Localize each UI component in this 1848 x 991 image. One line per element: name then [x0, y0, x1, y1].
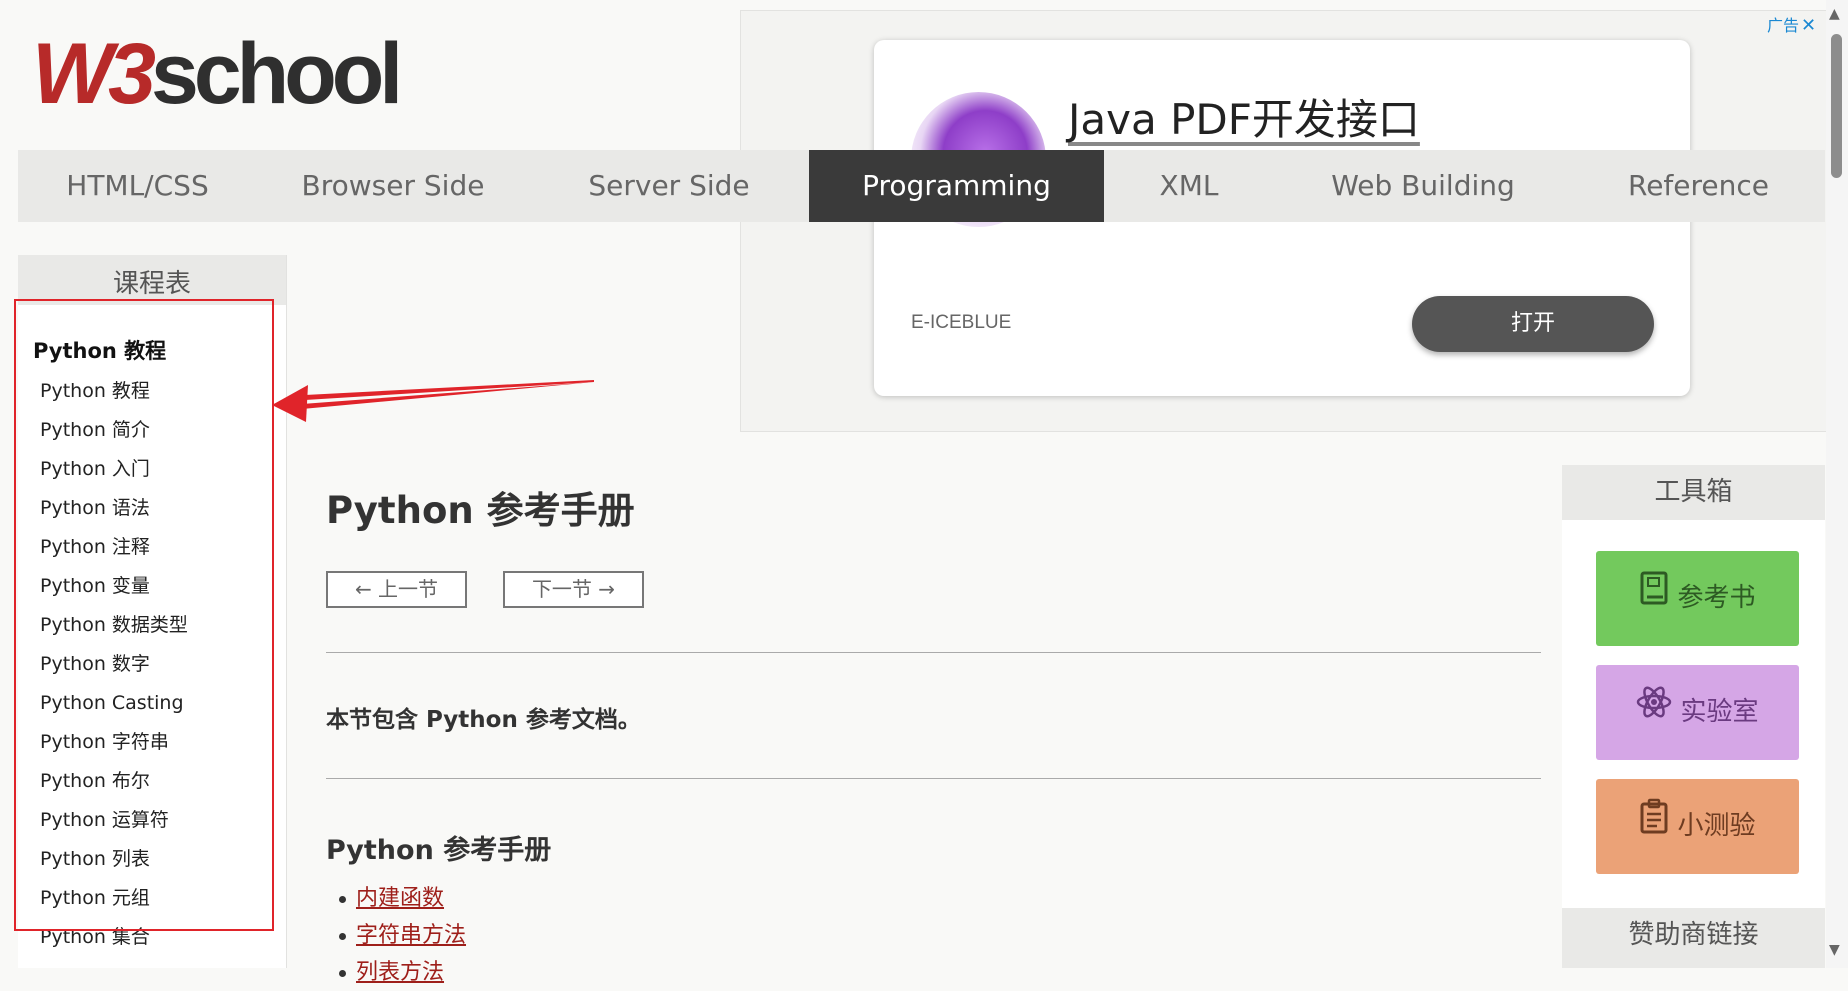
link-list-methods[interactable]: 列表方法: [356, 960, 444, 985]
atom-icon: [1636, 665, 1672, 760]
reference-button[interactable]: 参考书: [1596, 551, 1799, 646]
clipboard-icon: [1639, 779, 1669, 874]
scroll-up-icon[interactable]: ▲: [1829, 6, 1840, 22]
lab-button[interactable]: 实验室: [1596, 665, 1799, 760]
list-item: 列表方法: [338, 954, 466, 991]
next-section-button[interactable]: 下一节 →: [503, 571, 644, 608]
link-string-methods[interactable]: 字符串方法: [356, 923, 466, 948]
scroll-down-icon[interactable]: ▼: [1829, 942, 1840, 958]
divider: [326, 778, 1541, 779]
quiz-button[interactable]: 小测验: [1596, 779, 1799, 874]
scrollbar-thumb[interactable]: [1831, 34, 1842, 178]
quiz-label: 小测验: [1677, 811, 1756, 841]
list-item: 内建函数: [338, 880, 466, 917]
reference-label: 参考书: [1677, 583, 1756, 613]
prev-section-button[interactable]: ← 上一节: [326, 571, 467, 608]
lab-label: 实验室: [1680, 697, 1759, 727]
section-title: Python 参考手册: [326, 835, 552, 866]
sponsor-header: 赞助商链接: [1562, 908, 1825, 968]
divider: [326, 652, 1541, 653]
toolbox-header: 工具箱: [1562, 465, 1825, 520]
page-title: Python 参考手册: [326, 489, 635, 532]
list-item: 字符串方法: [338, 917, 466, 954]
link-builtin-functions[interactable]: 内建函数: [356, 886, 444, 911]
reference-links: 内建函数 字符串方法 列表方法: [338, 880, 466, 991]
book-icon: [1639, 551, 1669, 646]
intro-text: 本节包含 Python 参考文档。: [326, 707, 641, 733]
